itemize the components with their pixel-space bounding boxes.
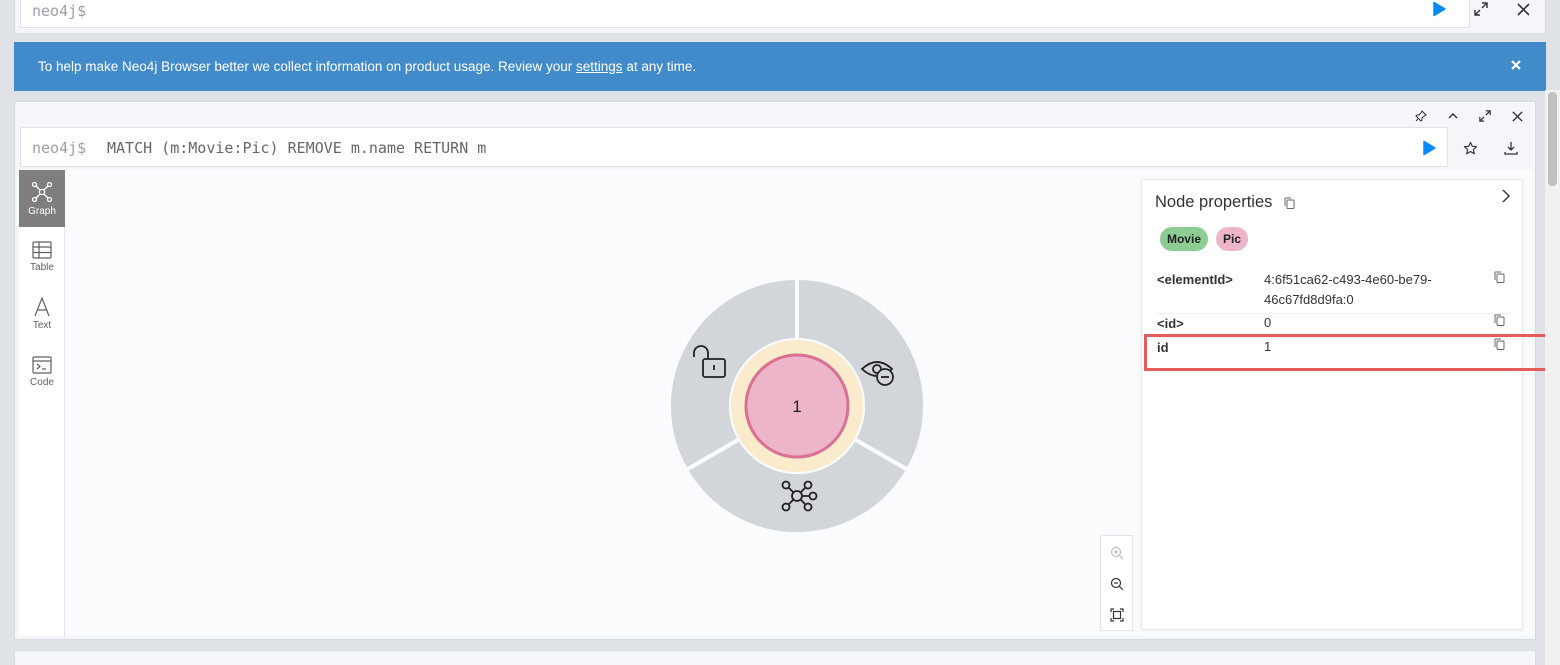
chevron-right-icon: [1502, 189, 1510, 203]
label-chip-pic[interactable]: Pic: [1216, 227, 1248, 251]
zoom-controls: [1100, 535, 1133, 631]
top-editor-frame: neo4j$: [14, 0, 1546, 34]
collapse-button[interactable]: [1443, 108, 1463, 124]
property-row-elementid: <elementId> 4:6f51ca62-c493-4e60-be79-46…: [1157, 269, 1507, 313]
highlight-box: [1144, 334, 1548, 371]
table-icon: [32, 240, 52, 259]
property-key: <id>: [1157, 316, 1184, 331]
query-text[interactable]: MATCH (m:Movie:Pic) REMOVE m.name RETURN…: [107, 139, 486, 157]
panel-title: Node properties: [1155, 193, 1273, 211]
zoom-in-button[interactable]: [1108, 544, 1126, 562]
fit-view-button[interactable]: [1108, 606, 1126, 624]
fullscreen-button[interactable]: [1475, 108, 1495, 124]
copy-id-internal-button[interactable]: [1494, 314, 1505, 329]
label-chip-movie[interactable]: Movie: [1160, 227, 1208, 251]
collapse-panel-button[interactable]: [1500, 188, 1512, 209]
top-close-button[interactable]: [1513, 0, 1533, 19]
view-code-button[interactable]: Code: [19, 343, 65, 400]
expand-icon: [1474, 2, 1488, 16]
fit-icon: [1110, 608, 1124, 622]
view-switcher: Graph Table Text Code: [19, 170, 65, 636]
property-value: 0: [1264, 315, 1272, 330]
page-scrollbar-thumb[interactable]: [1548, 92, 1557, 186]
expand-icon: [1479, 110, 1491, 122]
copy-all-button[interactable]: [1284, 196, 1295, 214]
banner-close-button[interactable]: [1508, 57, 1524, 73]
node-properties-panel: Node properties Movie Pic <elementId> 4:…: [1141, 179, 1523, 630]
code-icon: [32, 355, 52, 374]
settings-link[interactable]: settings: [576, 59, 623, 74]
property-key: <elementId>: [1157, 272, 1233, 287]
chevron-up-icon: [1448, 113, 1458, 119]
run-query-button[interactable]: [1421, 140, 1437, 156]
text-icon: [34, 296, 50, 316]
favorite-button[interactable]: [1460, 138, 1480, 158]
view-text-button[interactable]: Text: [19, 285, 65, 342]
graph-icon: [31, 181, 53, 202]
zoom-out-button[interactable]: [1108, 575, 1126, 593]
close-icon: [1511, 60, 1521, 70]
download-button[interactable]: [1501, 138, 1521, 158]
copy-elementid-button[interactable]: [1494, 271, 1505, 286]
pin-button[interactable]: [1411, 108, 1431, 124]
usage-banner: To help make Neo4j Browser better we col…: [14, 42, 1546, 91]
pin-icon: [1415, 110, 1427, 122]
node-caption: 1: [792, 397, 801, 416]
top-editor-prompt: neo4j$: [32, 2, 87, 20]
editor-prompt: neo4j$: [32, 139, 87, 157]
play-icon: [1433, 1, 1446, 17]
frame-toolbar: [1411, 108, 1527, 124]
close-frame-button[interactable]: [1507, 108, 1527, 124]
close-icon: [1511, 110, 1523, 122]
property-value: 4:6f51ca62-c493-4e60-be79-46c67fd8d9fa:0: [1264, 272, 1432, 307]
view-table-button[interactable]: Table: [19, 228, 65, 285]
play-icon: [1423, 140, 1436, 156]
top-editor-input[interactable]: neo4j$: [20, 0, 1470, 28]
star-icon: [1463, 141, 1477, 154]
result-frame: neo4j$ MATCH (m:Movie:Pic) REMOVE m.name…: [14, 101, 1548, 640]
copy-icon: [1284, 197, 1295, 209]
zoom-in-icon: [1110, 546, 1124, 560]
download-icon: [1504, 142, 1518, 155]
top-run-button[interactable]: [1431, 1, 1447, 17]
query-editor[interactable]: neo4j$ MATCH (m:Movie:Pic) REMOVE m.name…: [20, 127, 1448, 167]
close-icon: [1516, 2, 1530, 16]
top-fullscreen-button[interactable]: [1471, 0, 1491, 19]
banner-message: To help make Neo4j Browser better we col…: [38, 59, 697, 74]
copy-icon: [1494, 271, 1505, 283]
copy-icon: [1494, 314, 1505, 326]
next-frame: [14, 650, 1536, 665]
zoom-out-icon: [1110, 577, 1124, 591]
view-graph-button[interactable]: Graph: [19, 170, 65, 227]
